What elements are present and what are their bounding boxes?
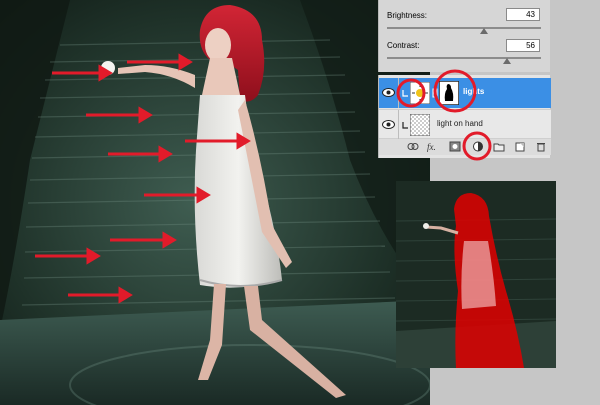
contrast-label: Contrast:: [387, 41, 420, 50]
brightness-value-field[interactable]: 43: [506, 8, 540, 21]
brightness-label: Brightness:: [387, 11, 428, 20]
brightness-slider-handle[interactable]: [480, 28, 488, 34]
brightness-slider-track[interactable]: [387, 27, 541, 29]
tutorial-screenshot: Brightness: 43 Contrast: 56 lights light…: [0, 0, 600, 405]
contrast-slider-track[interactable]: [387, 57, 541, 59]
contrast-value-field[interactable]: 56: [506, 39, 540, 52]
annotation-circles: [396, 69, 492, 161]
mask-overlay-preview: [396, 181, 556, 368]
photo-scene: [0, 0, 430, 405]
